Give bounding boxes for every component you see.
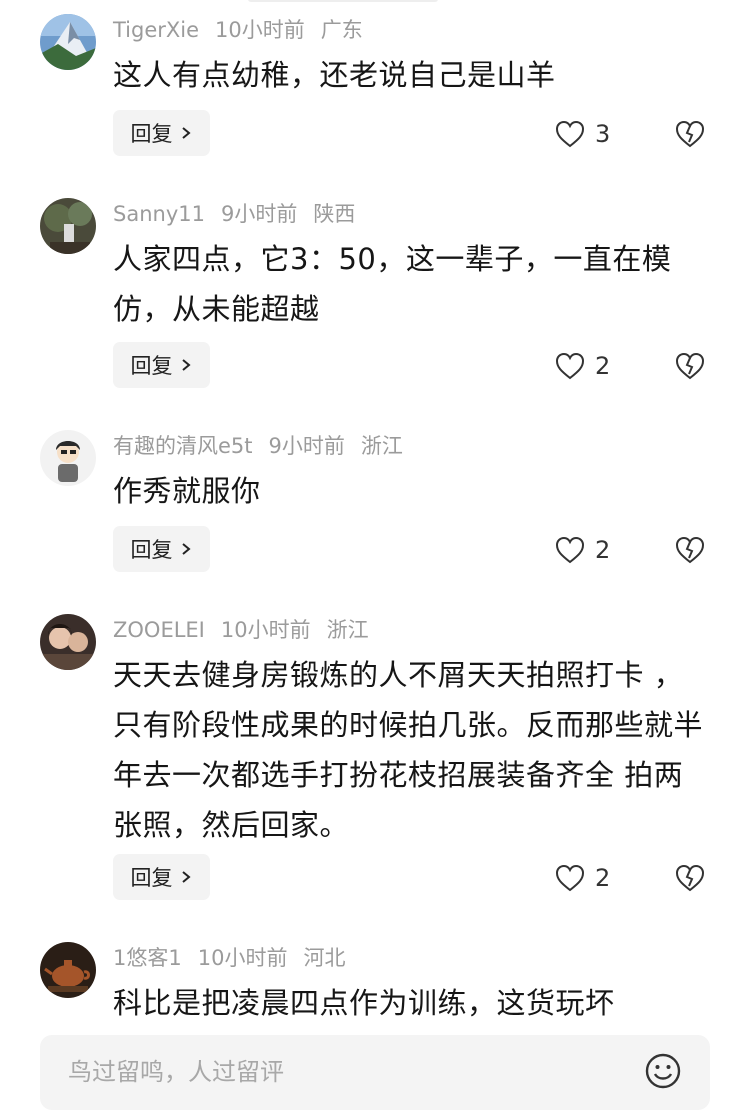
dislike-button[interactable] <box>675 120 705 148</box>
comment-text: 人家四点，它3：50，这一辈子，一直在模仿，从未能超越 <box>113 242 672 326</box>
comment-meta: 有趣的清风e5t 9小时前 浙江 <box>113 431 419 461</box>
avatar[interactable] <box>40 14 96 70</box>
comment-text: 作秀就服你 <box>113 474 261 508</box>
reply-label: 回复 <box>130 122 173 146</box>
broken-heart-icon <box>675 352 705 380</box>
username[interactable]: Sanny11 <box>113 202 205 226</box>
chevron-right-icon <box>181 543 191 555</box>
reply-label: 回复 <box>130 866 173 890</box>
username[interactable]: TigerXie <box>113 18 199 42</box>
reply-button[interactable]: 回复 <box>113 526 210 572</box>
comment-meta: 1悠客1 10小时前 河北 <box>113 943 361 973</box>
comment-time: 10小时前 <box>215 18 305 42</box>
avatar[interactable] <box>40 942 96 998</box>
avatar[interactable] <box>40 198 96 254</box>
like-button[interactable]: 3 <box>555 114 610 154</box>
username[interactable]: ZOOELEI <box>113 618 205 642</box>
comment-input[interactable] <box>66 1053 630 1091</box>
emoji-button[interactable] <box>644 1052 682 1090</box>
avatar[interactable] <box>40 614 96 670</box>
reply-label: 回复 <box>130 354 173 378</box>
comment-location: 陕西 <box>313 202 356 226</box>
heart-icon <box>555 352 585 380</box>
heart-icon <box>555 536 585 564</box>
like-count: 3 <box>595 120 611 148</box>
comment-text: 这人有点幼稚，还老说自己是山羊 <box>113 58 556 92</box>
username[interactable]: 1悠客1 <box>113 946 182 970</box>
comment-time: 9小时前 <box>220 202 298 226</box>
username[interactable]: 有趣的清风e5t <box>113 434 253 458</box>
comment-text: 天天去健身房锻炼的人不屑天天拍照打卡 ，只有阶段性成果的时候拍几张。反而那些就半… <box>113 658 704 842</box>
reply-button[interactable]: 回复 <box>113 342 210 388</box>
like-button[interactable]: 2 <box>555 346 610 386</box>
broken-heart-icon <box>675 536 705 564</box>
broken-heart-icon <box>675 864 705 892</box>
like-count: 2 <box>595 864 611 892</box>
reply-button[interactable]: 回复 <box>113 110 210 156</box>
dislike-button[interactable] <box>675 352 705 380</box>
comment-location: 浙江 <box>326 618 369 642</box>
reply-label: 回复 <box>130 538 173 562</box>
comment-location: 浙江 <box>360 434 403 458</box>
chevron-right-icon <box>181 359 191 371</box>
comment-location: 广东 <box>320 18 363 42</box>
avatar[interactable] <box>40 430 96 486</box>
chevron-right-icon <box>181 871 191 883</box>
like-button[interactable]: 2 <box>555 858 610 898</box>
chevron-right-icon <box>181 127 191 139</box>
heart-icon <box>555 120 585 148</box>
sheet-handle <box>248 0 438 2</box>
smiley-icon <box>645 1053 681 1089</box>
comment-location: 河北 <box>303 946 346 970</box>
like-button[interactable]: 2 <box>555 530 610 570</box>
comment-time: 10小时前 <box>197 946 288 970</box>
comment-meta: Sanny11 9小时前 陕西 <box>113 199 371 229</box>
comment-text: 科比是把凌晨四点作为训练，这货玩坏 <box>113 986 615 1020</box>
comment-time: 10小时前 <box>220 618 311 642</box>
broken-heart-icon <box>675 120 705 148</box>
reply-button[interactable]: 回复 <box>113 854 210 900</box>
heart-icon <box>555 864 585 892</box>
dislike-button[interactable] <box>675 864 705 892</box>
comment-meta: ZOOELEI 10小时前 浙江 <box>113 615 385 645</box>
comment-composer <box>40 1035 710 1110</box>
comment-time: 9小时前 <box>268 434 345 458</box>
like-count: 2 <box>595 352 611 380</box>
like-count: 2 <box>595 536 611 564</box>
comment-meta: TigerXie 10小时前 广东 <box>113 15 379 45</box>
dislike-button[interactable] <box>675 536 705 564</box>
